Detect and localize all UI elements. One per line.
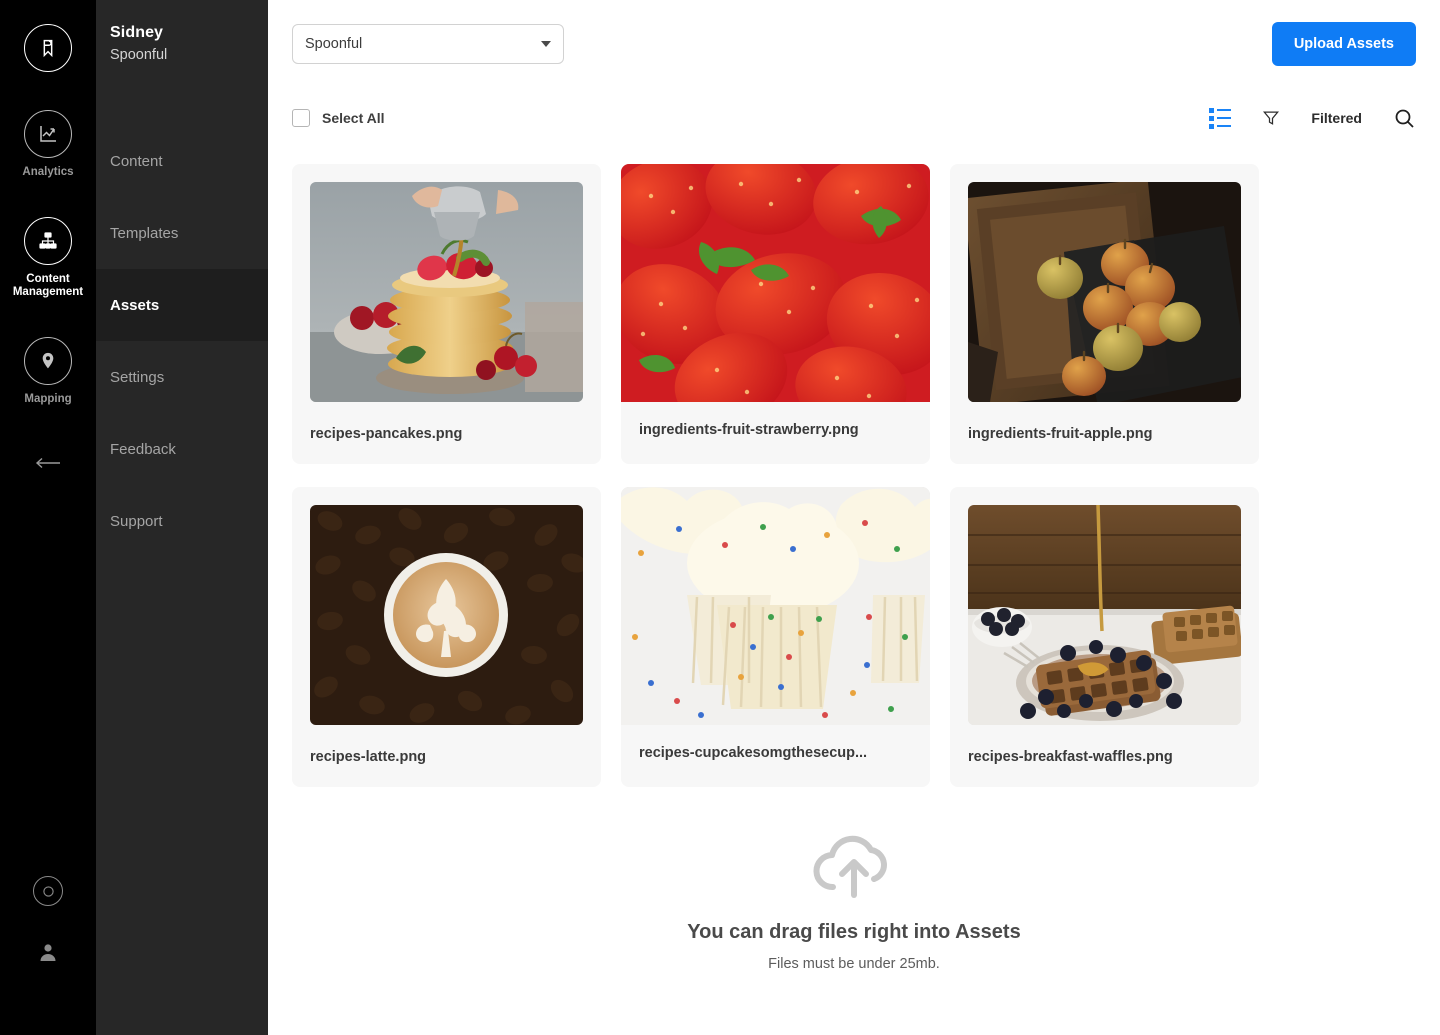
chevron-down-icon <box>541 41 551 47</box>
cloud-upload-icon <box>813 835 887 898</box>
site-select-value: Spoonful <box>305 36 363 52</box>
asset-thumbnail-strawberry <box>621 164 930 402</box>
lifebuoy-icon[interactable] <box>33 876 63 906</box>
dropzone-subtitle: Files must be under 25mb. <box>768 956 940 972</box>
asset-grid: recipes-pancakes.png ingredients-fruit-s… <box>268 148 1440 787</box>
arrow-left-icon <box>35 457 60 469</box>
rail-item-content-management[interactable]: Content Management <box>0 217 96 299</box>
rail-item-label: Mapping <box>24 393 72 405</box>
asset-thumbnail-latte <box>310 505 583 725</box>
analytics-chart-icon <box>24 110 72 158</box>
asset-card[interactable]: ingredients-fruit-apple.png <box>950 164 1259 464</box>
sidebar-item-feedback[interactable]: Feedback <box>96 413 268 485</box>
top-toolbar: Spoonful Upload Assets <box>268 0 1440 88</box>
nav-header: Sidney Spoonful <box>96 0 268 63</box>
app-root: Analytics Content Management Mapping Sid… <box>0 0 1440 1035</box>
asset-name: ingredients-fruit-apple.png <box>968 426 1153 442</box>
org-subtitle: Spoonful <box>110 47 168 63</box>
nav-list: Content Templates Assets Settings Feedba… <box>96 125 268 557</box>
collapse-sidebar-button[interactable] <box>0 448 96 478</box>
sidebar-item-settings[interactable]: Settings <box>96 341 268 413</box>
list-view-icon[interactable] <box>1209 107 1232 129</box>
dropzone-title: You can drag files right into Assets <box>687 921 1021 943</box>
asset-thumbnail-wrap <box>950 164 1259 402</box>
asset-card[interactable]: recipes-cupcakesomgthesecup... <box>621 487 930 787</box>
asset-card[interactable]: recipes-breakfast-waffles.png <box>950 487 1259 787</box>
asset-thumbnail-wrap <box>292 487 601 725</box>
icon-rail: Analytics Content Management Mapping <box>0 0 96 1035</box>
org-name: Sidney <box>110 24 164 41</box>
asset-name: recipes-breakfast-waffles.png <box>968 749 1173 765</box>
rail-item-label: Analytics <box>22 166 74 178</box>
search-icon[interactable] <box>1392 106 1416 130</box>
drag-drop-zone[interactable]: You can drag files right into Assets Fil… <box>268 833 1440 972</box>
map-pin-icon <box>24 337 72 385</box>
asset-card[interactable]: recipes-latte.png <box>292 487 601 787</box>
asset-thumbnail-cupcake <box>621 487 930 725</box>
asset-card[interactable]: ingredients-fruit-strawberry.png <box>621 164 930 464</box>
sidebar-item-support[interactable]: Support <box>96 485 268 557</box>
asset-thumbnail-wrap <box>950 487 1259 725</box>
upload-assets-button[interactable]: Upload Assets <box>1271 22 1416 66</box>
asset-name: ingredients-fruit-strawberry.png <box>639 422 859 438</box>
main-content: Spoonful Upload Assets Select All Filter… <box>268 0 1440 1035</box>
app-logo[interactable] <box>24 24 72 72</box>
sidebar-item-templates[interactable]: Templates <box>96 197 268 269</box>
rail-item-analytics[interactable]: Analytics <box>0 110 96 179</box>
rail-bottom-group <box>0 876 96 1035</box>
funnel-icon[interactable] <box>1261 108 1281 128</box>
asset-thumbnail-wrap <box>292 164 601 402</box>
asset-card[interactable]: recipes-pancakes.png <box>292 164 601 464</box>
sidebar-item-assets[interactable]: Assets <box>96 269 268 341</box>
rail-item-label: Content Management <box>12 273 84 298</box>
person-icon[interactable] <box>36 940 60 969</box>
select-all-checkbox[interactable] <box>292 109 310 127</box>
secondary-nav: Sidney Spoonful Content Templates Assets… <box>96 0 268 1035</box>
action-toolbar: Select All Filtered <box>268 88 1440 148</box>
asset-name: recipes-cupcakesomgthesecup... <box>639 745 868 761</box>
asset-thumbnail-waffles <box>968 505 1241 725</box>
rail-item-mapping[interactable]: Mapping <box>0 337 96 406</box>
asset-name: recipes-latte.png <box>310 749 427 765</box>
filtered-label[interactable]: Filtered <box>1311 110 1362 126</box>
sitemap-icon <box>24 217 72 265</box>
site-select[interactable]: Spoonful <box>292 24 564 64</box>
toolbar-actions: Filtered <box>1209 106 1416 130</box>
sidebar-item-content[interactable]: Content <box>96 125 268 197</box>
select-all-label: Select All <box>322 110 385 126</box>
asset-thumbnail-wrap <box>621 487 930 725</box>
bookmark-circle-logo-icon <box>24 24 72 72</box>
asset-thumbnail-apple <box>968 182 1241 402</box>
asset-name: recipes-pancakes.png <box>310 426 463 442</box>
asset-thumbnail-wrap <box>621 164 930 402</box>
select-all-control[interactable]: Select All <box>292 109 385 127</box>
asset-thumbnail-pancakes <box>310 182 583 402</box>
